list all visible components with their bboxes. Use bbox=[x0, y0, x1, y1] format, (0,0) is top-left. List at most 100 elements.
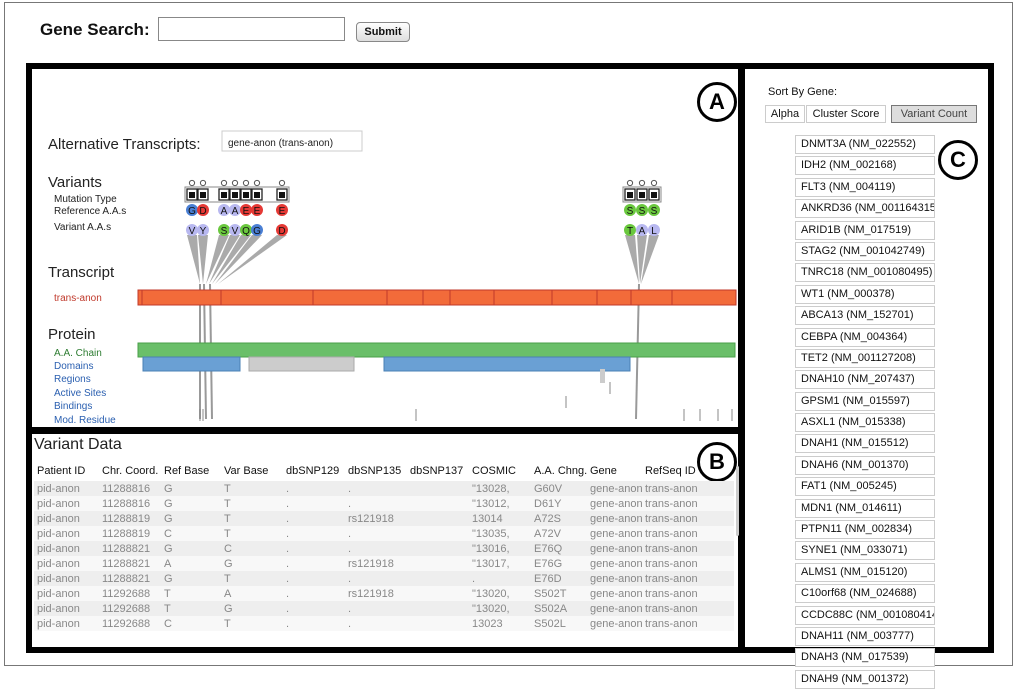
table-row[interactable]: pid-anon 11292688 T A. rs121918 "13020, S502T g… bbox=[34, 586, 734, 601]
region-bar[interactable] bbox=[248, 356, 355, 372]
column-header[interactable]: RefSeq ID bbox=[642, 461, 734, 481]
sort-variant-count-button[interactable]: Variant Count bbox=[891, 105, 977, 123]
table-row[interactable]: pid-anon 11292688 C T.. 13023 S502L gene-anon t… bbox=[34, 616, 734, 631]
table-row[interactable]: pid-anon 11288821 A G. rs121918 "13017, E76G ge… bbox=[34, 556, 734, 571]
gene-list-item[interactable]: TNRC18 (NM_001080495) bbox=[795, 263, 935, 283]
gene-list-item[interactable]: DNMT3A (NM_022552) bbox=[795, 135, 935, 154]
gene-list-item[interactable]: GPSM1 (NM_015597) bbox=[795, 391, 935, 411]
reference-aa-letter: S bbox=[639, 206, 646, 217]
gene-list-item[interactable]: CEBPA (NM_004364) bbox=[795, 327, 935, 347]
column-header[interactable]: A.A. Chng. bbox=[531, 461, 587, 481]
gene-list-item[interactable]: DNAH6 (NM_001370) bbox=[795, 455, 935, 475]
gene-list-item[interactable]: MDN1 (NM_014611) bbox=[795, 498, 935, 518]
gene-list-item[interactable]: DNAH1 (NM_015512) bbox=[795, 434, 935, 454]
table-cell: gene-anon bbox=[587, 496, 642, 511]
gene-list-item[interactable]: FLT3 (NM_004119) bbox=[795, 177, 935, 197]
gene-list-item[interactable]: TET2 (NM_001127208) bbox=[795, 348, 935, 368]
gene-search-input[interactable] bbox=[158, 17, 345, 41]
exon-block[interactable] bbox=[493, 289, 553, 306]
table-row[interactable]: pid-anon 11288816 G T.. "13012, D61Y gene-anon… bbox=[34, 496, 734, 511]
exon-block[interactable] bbox=[596, 289, 632, 306]
column-header[interactable]: Ref Base bbox=[161, 461, 221, 481]
left-variant-cluster[interactable]: GVDYASAVEQEGED bbox=[184, 179, 290, 237]
table-row[interactable]: pid-anon 11288821 G T... E76D gene-anon trans-… bbox=[34, 571, 734, 586]
exon-block[interactable] bbox=[386, 289, 424, 306]
table-cell: "13016, bbox=[469, 541, 531, 556]
column-header[interactable]: dbSNP137 bbox=[407, 461, 469, 481]
sort-alpha-button[interactable]: Alpha bbox=[765, 105, 805, 123]
column-header[interactable]: Patient ID bbox=[34, 461, 99, 481]
table-scrollbar[interactable] bbox=[736, 466, 739, 536]
table-row[interactable]: pid-anon 11288816 G T.. "13028, G60V gene-anon… bbox=[34, 481, 734, 496]
alt-transcripts-label: Alternative Transcripts: bbox=[48, 136, 201, 153]
bindings-label: Bindings bbox=[54, 401, 92, 412]
exon-block[interactable] bbox=[137, 289, 143, 306]
table-cell: rs121918 bbox=[345, 586, 407, 601]
gene-list-item[interactable]: ALMS1 (NM_015120) bbox=[795, 562, 935, 582]
gene-list-item[interactable]: ANKRD36 (NM_001164315) bbox=[795, 199, 935, 219]
table-cell: rs121918 bbox=[345, 511, 407, 526]
column-header[interactable]: dbSNP135 bbox=[345, 461, 407, 481]
exon-block[interactable] bbox=[312, 289, 388, 306]
right-variant-cluster[interactable]: STSASL bbox=[622, 179, 662, 237]
table-cell bbox=[407, 541, 469, 556]
table-cell: "13017, bbox=[469, 556, 531, 571]
table-cell: . bbox=[283, 481, 345, 496]
active-sites-label: Active Sites bbox=[54, 388, 106, 399]
sort-cluster-score-button[interactable]: Cluster Score bbox=[806, 105, 886, 123]
table-cell: gene-anon bbox=[587, 586, 642, 601]
gene-list-item[interactable]: DNAH10 (NM_207437) bbox=[795, 370, 935, 390]
gene-list-item[interactable]: ABCA13 (NM_152701) bbox=[795, 306, 935, 326]
column-header[interactable]: COSMIC bbox=[469, 461, 531, 481]
table-row[interactable]: pid-anon 11288819 G T. rs121918 13014 A72S gene… bbox=[34, 511, 734, 526]
column-header[interactable]: Gene bbox=[587, 461, 642, 481]
table-cell: G bbox=[161, 496, 221, 511]
gene-list-item[interactable]: C10orf68 (NM_024688) bbox=[795, 584, 935, 604]
gene-list-item[interactable]: ASXL1 (NM_015338) bbox=[795, 413, 935, 433]
table-row[interactable]: pid-anon 11288821 G C.. "13016, E76Q gene-anon… bbox=[34, 541, 734, 556]
gene-list-item[interactable]: PTPN11 (NM_002834) bbox=[795, 520, 935, 540]
gene-list-item[interactable]: ARID1B (NM_017519) bbox=[795, 220, 935, 240]
table-cell: rs121918 bbox=[345, 556, 407, 571]
table-cell: pid-anon bbox=[34, 556, 99, 571]
gene-list-item[interactable]: DNAH3 (NM_017539) bbox=[795, 648, 935, 668]
gene-list-item[interactable]: WT1 (NM_000378) bbox=[795, 284, 935, 304]
table-cell: . bbox=[283, 586, 345, 601]
reference-aa-letter: S bbox=[651, 206, 658, 217]
exon-block[interactable] bbox=[551, 289, 598, 306]
table-cell: T bbox=[221, 616, 283, 631]
aa-chain-label: A.A. Chain bbox=[54, 348, 102, 359]
gene-list-item[interactable]: IDH2 (NM_002168) bbox=[795, 156, 935, 176]
domain-bar[interactable] bbox=[142, 356, 241, 372]
exon-block[interactable] bbox=[220, 289, 314, 306]
table-row[interactable]: pid-anon 11292688 T G.. "13020, S502A gene-ano… bbox=[34, 601, 734, 616]
reference-aa-letter: E bbox=[243, 206, 250, 217]
submit-button[interactable]: Submit bbox=[356, 22, 410, 42]
gene-list-item[interactable]: FAT1 (NM_005245) bbox=[795, 477, 935, 497]
gene-list-item[interactable]: STAG2 (NM_001042749) bbox=[795, 241, 935, 261]
table-cell: G bbox=[161, 571, 221, 586]
exon-block[interactable] bbox=[141, 289, 222, 306]
reference-aa-letter: E bbox=[279, 206, 286, 217]
table-cell: A72V bbox=[531, 526, 587, 541]
exon-block[interactable] bbox=[449, 289, 495, 306]
table-row[interactable]: pid-anon 11288819 C T.. "13035, A72V gene-anon… bbox=[34, 526, 734, 541]
column-header[interactable]: dbSNP129 bbox=[283, 461, 345, 481]
gene-list-item[interactable]: DNAH11 (NM_003777) bbox=[795, 626, 935, 646]
exon-block[interactable] bbox=[422, 289, 451, 306]
table-cell: . bbox=[345, 526, 407, 541]
column-header[interactable]: Var Base bbox=[221, 461, 283, 481]
exon-block[interactable] bbox=[671, 289, 737, 306]
domain-bar[interactable] bbox=[383, 356, 631, 372]
table-cell: . bbox=[283, 496, 345, 511]
column-header[interactable]: Chr. Coord. bbox=[99, 461, 161, 481]
gene-list-item[interactable]: DNAH9 (NM_001372) bbox=[795, 669, 935, 689]
aa-chain-bar[interactable] bbox=[137, 342, 736, 358]
transcript-track[interactable] bbox=[137, 289, 737, 306]
gene-list-item[interactable]: CCDC88C (NM_001080414) bbox=[795, 605, 935, 625]
variant-visualization[interactable]: Alternative Transcripts: gene-anon (tran… bbox=[32, 69, 740, 427]
gene-list-item[interactable]: SYNE1 (NM_033071) bbox=[795, 541, 935, 561]
exon-block[interactable] bbox=[630, 289, 673, 306]
table-cell bbox=[407, 601, 469, 616]
variant-count-dot bbox=[626, 179, 634, 187]
